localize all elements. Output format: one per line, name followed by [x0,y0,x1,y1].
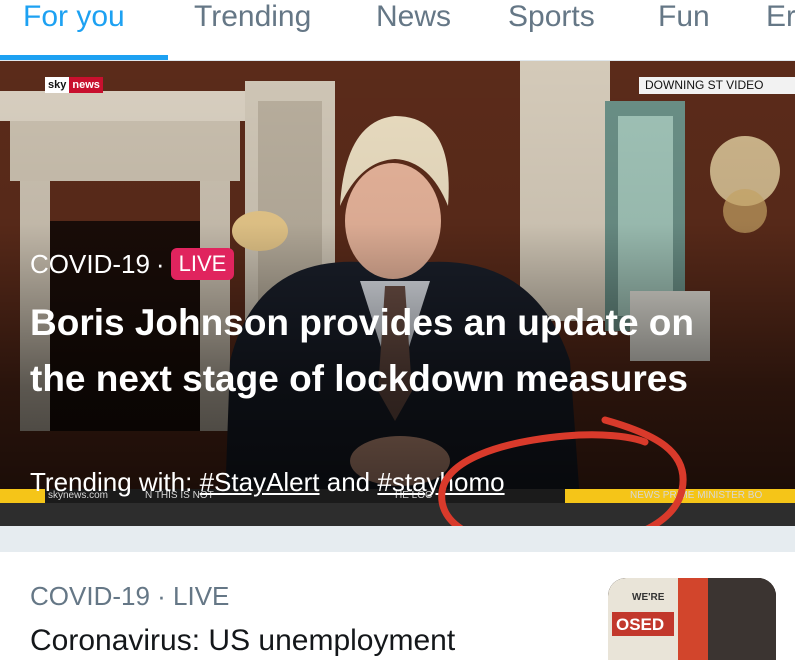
hero-gradient-overlay [0,61,795,526]
hero-story-card[interactable]: sky news DOWNING ST VIDEO COVID-19 · LIV… [0,61,795,526]
card-separator [0,526,795,552]
tab-entertainment[interactable]: Er [766,0,795,62]
ticker-right-text: NEWS PRIME MINISTER BO [630,490,763,501]
sky-logo-word: sky [45,77,70,93]
tab-bar: For you Trending News Sports Fun Er [0,0,795,62]
ticker-lower-band [0,503,795,526]
hero-headline[interactable]: Boris Johnson provides an update on the … [30,295,730,407]
story-headline[interactable]: Coronavirus: US unemployment [30,623,590,659]
tab-sports[interactable]: Sports [508,0,595,62]
hashtag-link-2[interactable]: #stayhomo [377,467,504,497]
hero-category-row: COVID-19 · LIVE [30,247,235,281]
tab-for-you[interactable]: For you [23,0,125,62]
video-source-badge: DOWNING ST VIDEO [639,77,795,94]
thumbnail-text-2: OSED [616,615,664,634]
story-category: COVID-19 · LIVE [30,581,230,611]
live-badge: LIVE [170,248,235,280]
tab-fun[interactable]: Fun [658,0,710,62]
story-thumbnail[interactable]: WE'RE OSED [608,578,776,660]
sky-news-logo: sky news [45,77,103,93]
news-logo-word: news [69,77,103,93]
hero-category-label: COVID-19 [30,248,150,279]
story-thumbnail-image: WE'RE OSED [608,578,776,660]
trending-and: and [326,467,371,497]
tab-news[interactable]: News [376,0,451,62]
trending-prefix: Trending with: [30,467,193,497]
hashtag-link-1[interactable]: #StayAlert [200,467,320,497]
trending-with-line: Trending with: #StayAlert and #stayhomo [30,465,505,499]
hero-category-separator: · [155,248,165,279]
thumbnail-text-1: WE'RE [632,592,665,603]
tab-trending[interactable]: Trending [194,0,311,62]
